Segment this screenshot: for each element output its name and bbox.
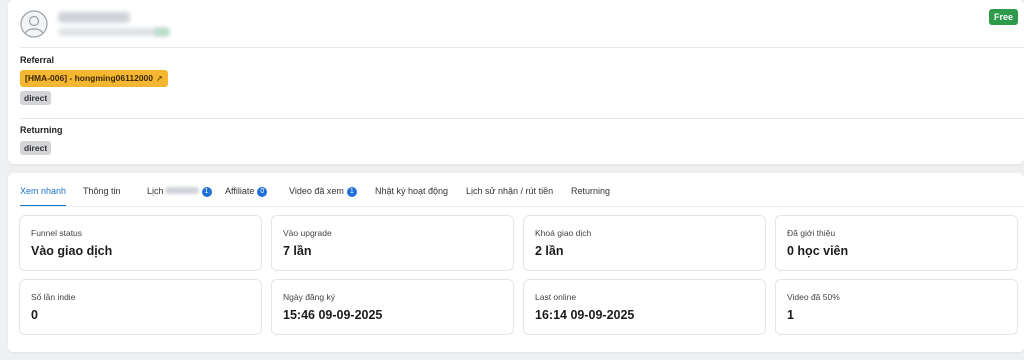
tab-label: Video đã xem (289, 186, 344, 196)
tab-label: Affiliate (225, 186, 255, 196)
returning-source-chip: direct (20, 141, 52, 155)
stat-value: 15:46 09-09-2025 (283, 308, 383, 322)
plan-badge: Free (989, 9, 1019, 25)
tab-label: Xem nhanh (20, 186, 67, 196)
tab-lich-su-nhan-rut-tien[interactable]: Lịch sử nhận / rút tiền (466, 185, 553, 207)
stat-label: Vào upgrade (283, 228, 332, 238)
user-name-redacted (58, 12, 130, 23)
user-avatar-icon[interactable] (20, 10, 48, 38)
divider (20, 47, 1024, 48)
tab-nhat-ky-hoat-dong[interactable]: Nhật ký hoạt động (375, 185, 448, 207)
tab-label: Lịch (147, 186, 164, 196)
stat-value: Vào giao dịch (31, 244, 113, 258)
tab-returning[interactable]: Returning (571, 185, 610, 207)
stat-label: Số lần indie (31, 292, 76, 302)
referral-label: Referral (20, 55, 55, 65)
stat-card-khoa-giao-dich: Khoá giao dịch 2 lần (523, 215, 766, 271)
referral-link-text: [HMA-006] - hongming06112000 (25, 73, 154, 83)
stat-card-vao-upgrade: Vào upgrade 7 lần (271, 215, 514, 271)
tab-lich-email[interactable]: Lịch 1 (147, 185, 212, 207)
stat-card-video-da-50: Video đã 50% 1 (775, 279, 1018, 335)
stat-label: Video đã 50% (787, 292, 840, 302)
stat-card-so-lan-indie: Số lần indie 0 (19, 279, 262, 335)
stat-value: 0 học viên (787, 244, 849, 258)
tab-count-badge: 0 (257, 187, 268, 197)
stat-label: Last online (535, 292, 577, 302)
user-profile-card: Free Referral [HMA-006] - hongming061120… (8, 0, 1024, 164)
tab-count-badge: 1 (201, 187, 212, 197)
stat-value: 1 (787, 308, 794, 322)
tab-count-badge: 1 (346, 187, 357, 197)
stat-label: Khoá giao dịch (535, 228, 592, 238)
tab-label: Returning (571, 186, 611, 196)
tab-video-da-xem[interactable]: Video đã xem 1 (289, 185, 357, 207)
stat-label: Đã giới thiệu (787, 228, 836, 238)
external-link-icon: ↗ (156, 74, 163, 83)
user-subtitle-redacted (58, 28, 168, 36)
stat-value: 0 (31, 308, 38, 322)
stat-card-da-gioi-thieu: Đã giới thiệu 0 học viên (775, 215, 1018, 271)
divider (20, 118, 1024, 119)
redacted-text (164, 187, 199, 194)
returning-label: Returning (20, 125, 63, 135)
tab-affiliate[interactable]: Affiliate 0 (225, 185, 268, 207)
tab-label: Nhật ký hoạt động (375, 186, 449, 196)
stat-card-last-online: Last online 16:14 09-09-2025 (523, 279, 766, 335)
stat-card-ngay-dang-ky: Ngày đăng ký 15:46 09-09-2025 (271, 279, 514, 335)
tab-thong-tin[interactable]: Thông tin (83, 185, 121, 207)
referral-source-chip: direct (20, 91, 52, 105)
tab-bar-divider (20, 206, 1024, 207)
tab-xem-nhanh[interactable]: Xem nhanh (20, 185, 67, 207)
stat-card-funnel-status: Funnel status Vào giao dịch (19, 215, 262, 271)
overview-card: Xem nhanh Thông tin Lịch 1 Affiliate 0 Vid… (8, 173, 1024, 352)
stat-value: 2 lần (535, 244, 564, 258)
user-status-redacted (154, 28, 170, 36)
stat-label: Ngày đăng ký (283, 292, 335, 302)
stat-value: 16:14 09-09-2025 (535, 308, 635, 322)
referral-link-chip[interactable]: [HMA-006] - hongming06112000 ↗ (20, 70, 168, 87)
tab-label: Lịch sử nhận / rút tiền (466, 186, 554, 196)
tab-label: Thông tin (83, 186, 121, 196)
stat-label: Funnel status (31, 228, 83, 238)
stat-value: 7 lần (283, 244, 312, 258)
